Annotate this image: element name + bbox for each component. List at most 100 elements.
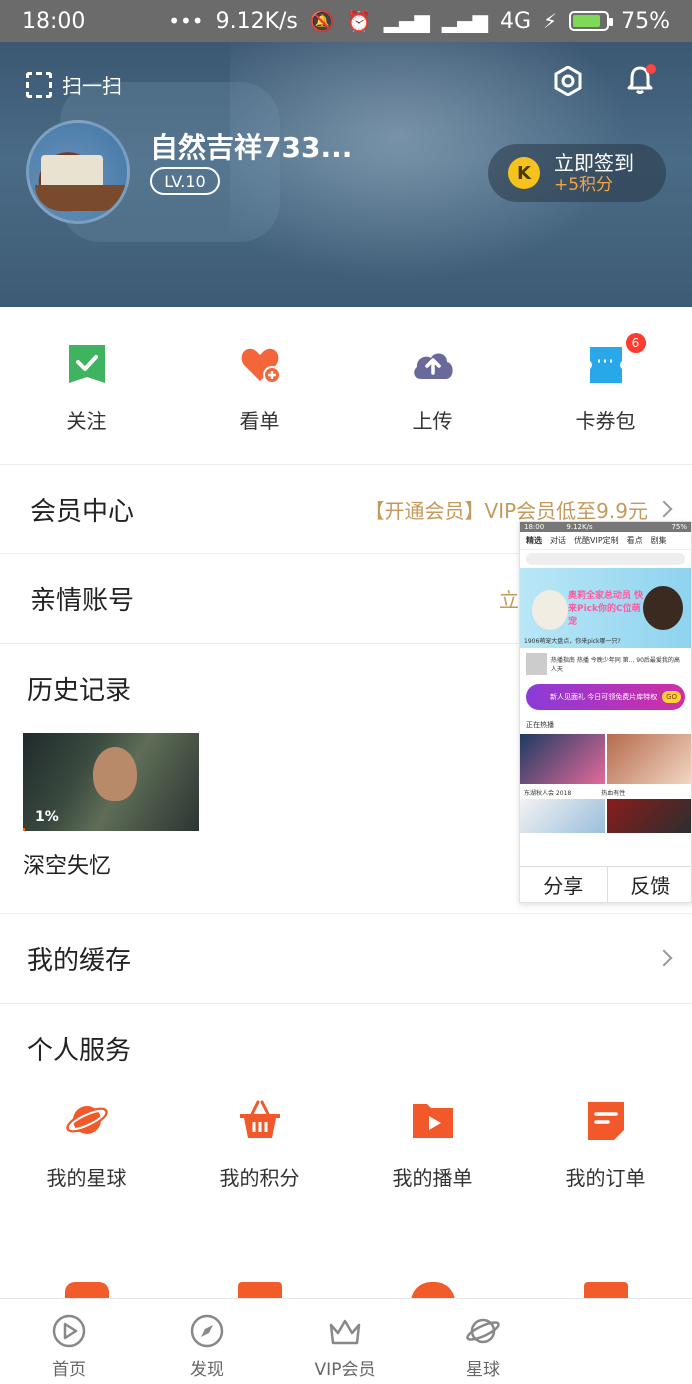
quick-action-watchlist[interactable]: 看单 xyxy=(173,307,346,463)
preview-promo-badge: GO xyxy=(662,691,681,703)
coupon-count-badge: 6 xyxy=(625,333,646,353)
notification-dot xyxy=(646,64,656,74)
play-circle-icon xyxy=(52,1314,86,1348)
signal-icon: ▂▄▆ xyxy=(383,9,430,33)
cloud-upload-icon xyxy=(413,353,453,379)
history-item-thumbnail[interactable]: 1% xyxy=(23,733,199,831)
feedback-button[interactable]: 反馈 xyxy=(606,867,692,902)
tab-home[interactable]: 首页 xyxy=(0,1299,138,1384)
avatar[interactable] xyxy=(26,120,130,224)
member-center-title: 会员中心 xyxy=(30,496,135,527)
preview-video-thumb xyxy=(606,799,691,833)
settings-icon[interactable] xyxy=(553,66,583,96)
alarm-icon: ⏰ xyxy=(346,9,372,33)
preview-tab: 对话 xyxy=(550,536,566,545)
tab-planet[interactable]: 星球 xyxy=(414,1299,552,1384)
ticket-icon xyxy=(589,347,622,383)
quick-action-label: 卡券包 xyxy=(575,409,636,433)
share-button[interactable]: 分享 xyxy=(520,867,607,902)
crown-icon xyxy=(329,1319,361,1345)
status-right: ••• 9.12K/s 🔕 ⏰ ▂▄▆ ▂▄▆ 4G ⚡ 75% xyxy=(168,9,670,34)
chevron-right-icon xyxy=(655,949,673,967)
history-title: 历史记录 xyxy=(27,675,132,706)
member-center-promo: 【开通会员】VIP会员低至9.9元 xyxy=(364,498,648,523)
quick-action-coupons[interactable]: 6 卡券包 xyxy=(519,307,692,463)
history-item-title[interactable]: 深空失忆 xyxy=(23,848,111,880)
service-label: 我的积分 xyxy=(219,1166,300,1190)
tab-label: 星球 xyxy=(466,1360,500,1380)
preview-tabs: 精选 对话 优酷VIP定制 看点 剧集 xyxy=(520,532,691,550)
status-time: 18:00 xyxy=(22,8,86,34)
preview-tab: 优酷VIP定制 xyxy=(574,536,619,545)
family-account-title: 亲情账号 xyxy=(30,585,135,616)
preview-live-label: 正在热播 xyxy=(526,721,554,729)
quick-action-label: 关注 xyxy=(66,409,107,433)
service-my-playlist[interactable]: 我的播单 xyxy=(346,1098,519,1191)
username[interactable]: 自然吉祥733... xyxy=(150,126,352,166)
tab-label: 发现 xyxy=(190,1360,224,1380)
services-grid: 我的星球 我的积分 我的播单 我的订单 xyxy=(0,1098,692,1191)
more-dots-icon: ••• xyxy=(168,9,204,33)
preview-promo: 新人见面礼 今日可领免费片库特权 GO xyxy=(526,684,685,710)
mute-icon: 🔕 xyxy=(309,9,335,33)
preview-tab: 精选 xyxy=(526,536,542,545)
history-progress: 1% xyxy=(35,809,59,825)
quick-action-label: 上传 xyxy=(412,409,453,433)
quick-action-upload[interactable]: 上传 xyxy=(346,307,519,463)
compass-icon xyxy=(190,1314,224,1348)
level-badge: LV.10 xyxy=(150,167,220,195)
service-label: 我的订单 xyxy=(565,1166,646,1190)
preview-news-text: 热播指南 热播 今晚少年同 第... 90后最爱我的高人天 xyxy=(550,657,680,673)
tab-label: 首页 xyxy=(52,1360,86,1380)
preview-banner-text: 奥莉全家总动员 快来Pick你的C位萌宠 xyxy=(568,591,644,627)
screenshot-preview[interactable]: 18:00 9.12K/s 75% 精选 对话 优酷VIP定制 看点 剧集 奥莉… xyxy=(519,521,692,903)
profile-header: 扫一扫 自然吉祥733... LV.10 K 立即签到 +5积分 xyxy=(0,42,692,307)
scan-button[interactable]: 扫一扫 xyxy=(26,70,122,99)
planet-icon xyxy=(65,1106,108,1134)
battery-percent: 75% xyxy=(621,8,670,34)
tab-discover[interactable]: 发现 xyxy=(138,1299,276,1384)
preview-news: 热播指南 热播 今晚少年同 第... 90后最爱我的高人天 xyxy=(520,648,691,680)
preview-video-titles: 东湖秋人会 2018 热血有性 xyxy=(520,786,691,799)
signal-2-icon: ▂▄▆ xyxy=(441,9,488,33)
preview-video-title: 热血有性 xyxy=(601,790,626,797)
preview-grid-2 xyxy=(520,799,691,833)
service-my-planet[interactable]: 我的星球 xyxy=(0,1098,173,1191)
checkin-label: 立即签到 xyxy=(554,150,634,175)
preview-search xyxy=(526,553,685,565)
scan-icon xyxy=(26,71,52,98)
heart-plus-icon xyxy=(241,348,281,384)
preview-status-battery: 75% xyxy=(671,523,687,531)
service-my-orders[interactable]: 我的订单 xyxy=(519,1098,692,1191)
preview-tab: 剧集 xyxy=(650,536,667,545)
service-label: 我的播单 xyxy=(392,1166,473,1190)
notification-button[interactable] xyxy=(624,64,656,96)
quick-action-label: 看单 xyxy=(239,409,280,433)
playlist-folder-icon xyxy=(412,1104,453,1138)
preview-video-thumb xyxy=(520,799,605,833)
tab-vip[interactable]: VIP会员 xyxy=(276,1299,414,1384)
follow-check-icon xyxy=(68,345,105,383)
chevron-right-icon xyxy=(655,500,673,518)
preview-banner-caption: 1906萌宠大盘点，你来pick哪一只? xyxy=(524,638,621,645)
checkin-reward: +5积分 xyxy=(554,174,614,195)
network-speed: 9.12K/s xyxy=(215,8,298,34)
charging-icon: ⚡ xyxy=(543,9,558,33)
coin-icon: K xyxy=(508,157,540,189)
service-label: 我的星球 xyxy=(46,1166,127,1190)
preview-actions: 分享 反馈 xyxy=(520,866,692,902)
battery-icon xyxy=(569,11,614,31)
preview-video-title: 东湖秋人会 2018 xyxy=(524,790,572,797)
preview-status-time: 18:00 xyxy=(524,523,545,531)
preview-grid xyxy=(520,732,691,786)
status-bar: 18:00 ••• 9.12K/s 🔕 ⏰ ▂▄▆ ▂▄▆ 4G ⚡ 75% xyxy=(0,0,692,42)
cache-title: 我的缓存 xyxy=(27,945,132,976)
quick-action-follow[interactable]: 关注 xyxy=(0,307,173,463)
checkin-button[interactable]: K 立即签到 +5积分 xyxy=(488,144,666,202)
service-my-points[interactable]: 我的积分 xyxy=(173,1098,346,1191)
family-account-action: 立 xyxy=(499,587,519,612)
preview-video-thumb xyxy=(520,734,605,784)
preview-promo-title: 新人见面礼 xyxy=(550,693,585,701)
cache-row[interactable]: 我的缓存 xyxy=(0,914,692,1002)
preview-banner: 奥莉全家总动员 快来Pick你的C位萌宠 1906萌宠大盘点，你来pick哪一只… xyxy=(520,568,691,648)
